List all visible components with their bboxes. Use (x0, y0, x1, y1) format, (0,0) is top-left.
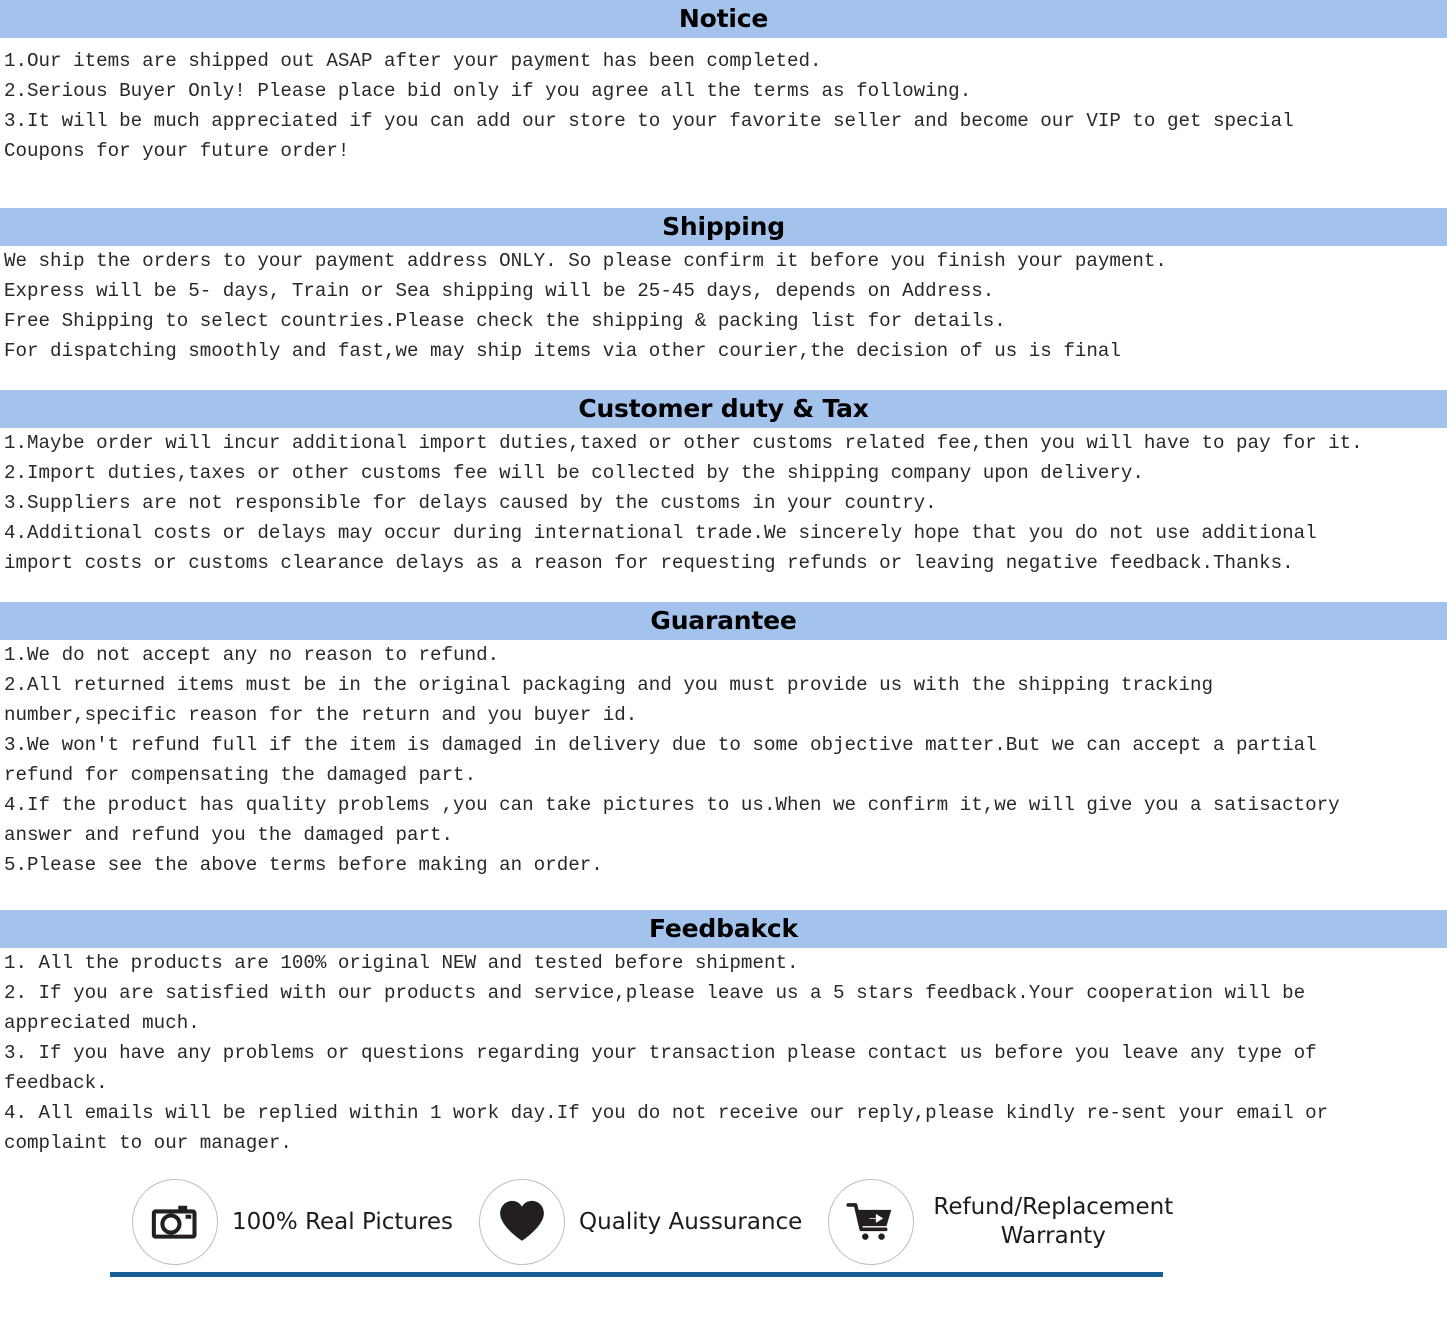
body-line: import costs or customs clearance delays… (4, 552, 1294, 574)
section-feedback: Feedbakck 1. All the products are 100% o… (0, 910, 1447, 1158)
section-heading-notice: Notice (0, 0, 1447, 38)
section-heading-guarantee: Guarantee (0, 602, 1447, 640)
body-line: 3. If you have any problems or questions… (4, 1042, 1317, 1064)
section-heading-shipping: Shipping (0, 208, 1447, 246)
body-line: 4. All emails will be replied within 1 w… (4, 1102, 1329, 1124)
body-line: feedback. (4, 1072, 108, 1094)
body-line: 1. All the products are 100% original NE… (4, 952, 799, 974)
heart-icon (479, 1179, 566, 1265)
badge-label: 100% Real Pictures (232, 1208, 454, 1235)
body-line: For dispatching smoothly and fast,we may… (4, 340, 1121, 362)
section-shipping: Shipping We ship the orders to your paym… (0, 208, 1447, 366)
body-line: We ship the orders to your payment addre… (4, 250, 1167, 272)
terms-page: Notice 1.Our items are shipped out ASAP … (0, 0, 1447, 1299)
section-notice: Notice 1.Our items are shipped out ASAP … (0, 0, 1447, 166)
body-line: appreciated much. (4, 1012, 200, 1034)
body-line: 3.It will be much appreciated if you can… (4, 110, 1294, 132)
body-line: 1.Our items are shipped out ASAP after y… (4, 50, 822, 72)
footer-divider (110, 1272, 1163, 1277)
body-line: refund for compensating the damaged part… (4, 764, 477, 786)
body-line: 4.Additional costs or delays may occur d… (4, 522, 1317, 544)
badge-refund-replacement: Refund/Replacement Warranty (828, 1179, 1178, 1265)
body-line: 5.Please see the above terms before maki… (4, 854, 603, 876)
section-body-notice: 1.Our items are shipped out ASAP after y… (0, 38, 1447, 166)
section-body-shipping: We ship the orders to your payment addre… (0, 246, 1447, 366)
body-line: Express will be 5- days, Train or Sea sh… (4, 280, 995, 302)
section-customer-duty-tax: Customer duty & Tax 1.Maybe order will i… (0, 390, 1447, 578)
body-line: number,specific reason for the return an… (4, 704, 638, 726)
badge-label: Quality Aussurance (579, 1208, 803, 1235)
body-line: answer and refund you the damaged part. (4, 824, 454, 846)
badge-quality-assurance: Quality Aussurance (479, 1179, 828, 1265)
body-line: 3.We won't refund full if the item is da… (4, 734, 1317, 756)
body-line: Free Shipping to select countries.Please… (4, 310, 1006, 332)
section-body-guarantee: 1.We do not accept any no reason to refu… (0, 640, 1447, 880)
body-line: 1.Maybe order will incur additional impo… (4, 432, 1363, 454)
badge-label: Refund/Replacement Warranty (933, 1194, 1174, 1249)
body-line: 2. If you are satisfied with our product… (4, 982, 1306, 1004)
body-line: 1.We do not accept any no reason to refu… (4, 644, 500, 666)
badge-real-pictures: 100% Real Pictures (132, 1179, 479, 1265)
badge-row: 100% Real Pictures Quality Aussurance Re… (0, 1168, 1447, 1272)
shopping-cart-icon (828, 1179, 915, 1265)
footer-trust-badges: 100% Real Pictures Quality Aussurance Re… (0, 1168, 1447, 1299)
section-guarantee: Guarantee 1.We do not accept any no reas… (0, 602, 1447, 880)
section-heading-feedback: Feedbakck (0, 910, 1447, 948)
body-line: 2.All returned items must be in the orig… (4, 674, 1214, 696)
body-line: complaint to our manager. (4, 1132, 292, 1154)
body-line: Coupons for your future order! (4, 140, 350, 162)
body-line: 2.Serious Buyer Only! Please place bid o… (4, 80, 972, 102)
camera-icon (132, 1179, 218, 1265)
section-heading-customer-duty-tax: Customer duty & Tax (0, 390, 1447, 428)
body-line: 4.If the product has quality problems ,y… (4, 794, 1340, 816)
body-line: 3.Suppliers are not responsible for dela… (4, 492, 937, 514)
section-body-customer-duty-tax: 1.Maybe order will incur additional impo… (0, 428, 1447, 578)
body-line: 2.Import duties,taxes or other customs f… (4, 462, 1144, 484)
section-body-feedback: 1. All the products are 100% original NE… (0, 948, 1447, 1158)
